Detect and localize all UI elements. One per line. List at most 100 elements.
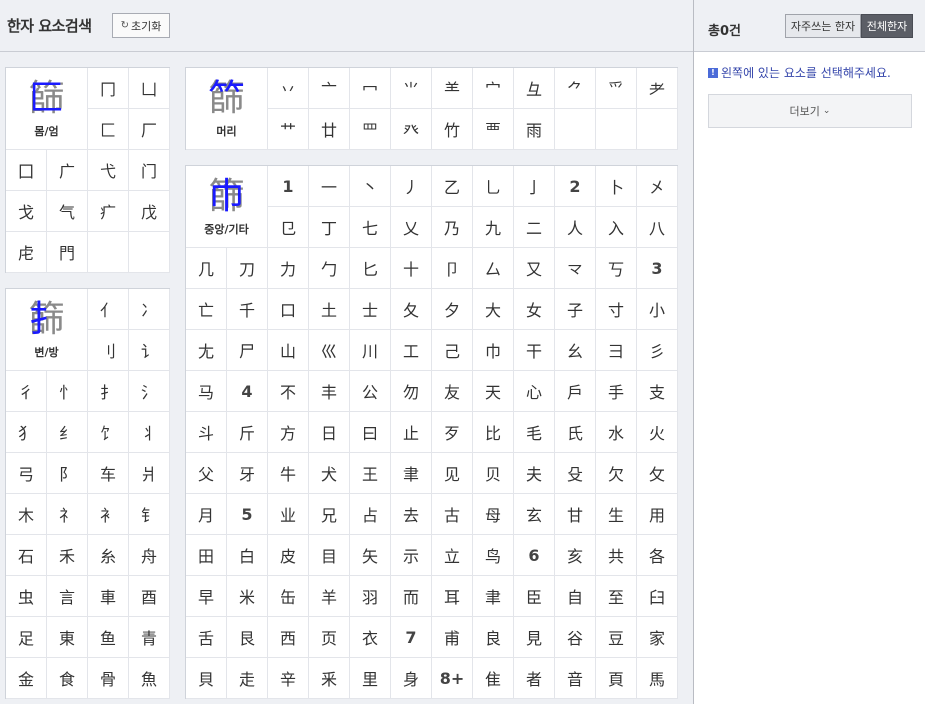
component-cell[interactable]: 犭 bbox=[6, 412, 47, 453]
component-cell[interactable]: 刂 bbox=[88, 330, 129, 371]
component-cell[interactable]: ⺈ bbox=[555, 68, 596, 109]
component-cell[interactable]: 巾 bbox=[473, 330, 514, 371]
component-cell[interactable]: 宀 bbox=[473, 68, 514, 109]
component-cell[interactable]: 舌 bbox=[186, 617, 227, 658]
component-cell[interactable]: 耳 bbox=[432, 576, 473, 617]
component-cell[interactable]: 犬 bbox=[309, 453, 350, 494]
component-cell[interactable]: 木 bbox=[6, 494, 47, 535]
component-cell[interactable]: 父 bbox=[186, 453, 227, 494]
component-cell[interactable]: 骨 bbox=[88, 658, 129, 699]
component-cell[interactable]: 龴 bbox=[555, 248, 596, 289]
component-cell[interactable]: 士 bbox=[350, 289, 391, 330]
component-cell[interactable]: 广 bbox=[47, 150, 88, 191]
component-cell[interactable]: 亠 bbox=[309, 68, 350, 109]
component-cell[interactable]: 車 bbox=[88, 576, 129, 617]
component-cell[interactable]: 火 bbox=[637, 412, 678, 453]
component-cell[interactable]: 饣 bbox=[88, 412, 129, 453]
component-cell[interactable]: 雨 bbox=[514, 109, 555, 150]
component-cell[interactable]: 者 bbox=[514, 658, 555, 699]
component-cell[interactable]: 爫 bbox=[596, 68, 637, 109]
component-cell[interactable]: 白 bbox=[227, 535, 268, 576]
component-cell[interactable]: 水 bbox=[596, 412, 637, 453]
component-cell[interactable]: 贝 bbox=[473, 453, 514, 494]
component-cell[interactable]: 八 bbox=[637, 207, 678, 248]
component-cell[interactable]: 羽 bbox=[350, 576, 391, 617]
component-cell[interactable]: 匕 bbox=[350, 248, 391, 289]
component-cell[interactable]: 足 bbox=[6, 617, 47, 658]
component-cell[interactable]: 古 bbox=[432, 494, 473, 535]
component-cell[interactable]: 毛 bbox=[514, 412, 555, 453]
component-cell[interactable]: 口 bbox=[268, 289, 309, 330]
component-cell[interactable]: 馬 bbox=[637, 658, 678, 699]
component-cell[interactable]: 夂 bbox=[391, 289, 432, 330]
component-cell[interactable]: 東 bbox=[47, 617, 88, 658]
component-cell[interactable]: 辛 bbox=[268, 658, 309, 699]
component-cell[interactable]: 攵 bbox=[637, 453, 678, 494]
component-cell[interactable]: 心 bbox=[514, 371, 555, 412]
component-cell[interactable]: 示 bbox=[391, 535, 432, 576]
component-cell[interactable]: 冖 bbox=[350, 68, 391, 109]
component-cell[interactable]: 疒 bbox=[88, 191, 129, 232]
component-cell[interactable]: 氵 bbox=[129, 371, 170, 412]
component-cell[interactable]: 大 bbox=[473, 289, 514, 330]
component-cell[interactable]: 隹 bbox=[473, 658, 514, 699]
component-cell[interactable]: 夫 bbox=[514, 453, 555, 494]
component-cell[interactable]: 亻 bbox=[88, 289, 129, 330]
component-cell[interactable]: 勿 bbox=[391, 371, 432, 412]
component-cell[interactable]: 斗 bbox=[186, 412, 227, 453]
component-cell[interactable]: 乙 bbox=[432, 166, 473, 207]
component-cell[interactable]: 女 bbox=[514, 289, 555, 330]
component-cell[interactable]: 金 bbox=[6, 658, 47, 699]
component-cell[interactable]: 艮 bbox=[227, 617, 268, 658]
component-cell[interactable]: 丶 bbox=[350, 166, 391, 207]
component-cell[interactable]: 巛 bbox=[309, 330, 350, 371]
component-cell[interactable]: 甘 bbox=[555, 494, 596, 535]
component-cell[interactable]: 衤 bbox=[88, 494, 129, 535]
component-cell[interactable]: 卜 bbox=[596, 166, 637, 207]
component-cell[interactable]: 各 bbox=[637, 535, 678, 576]
component-cell[interactable]: 车 bbox=[88, 453, 129, 494]
component-cell[interactable]: 曰 bbox=[350, 412, 391, 453]
component-cell[interactable]: 月 bbox=[186, 494, 227, 535]
component-cell[interactable]: 至 bbox=[596, 576, 637, 617]
component-cell[interactable]: 廿 bbox=[309, 109, 350, 150]
component-cell[interactable]: 乚 bbox=[473, 166, 514, 207]
component-cell[interactable]: 門 bbox=[47, 232, 88, 273]
component-cell[interactable]: 十 bbox=[391, 248, 432, 289]
component-cell[interactable]: 卩 bbox=[432, 248, 473, 289]
component-cell[interactable]: 早 bbox=[186, 576, 227, 617]
component-cell[interactable]: 彐 bbox=[596, 330, 637, 371]
component-cell[interactable]: 氏 bbox=[555, 412, 596, 453]
component-cell[interactable]: 又 bbox=[514, 248, 555, 289]
component-cell[interactable]: 糸 bbox=[88, 535, 129, 576]
component-cell[interactable]: 自 bbox=[555, 576, 596, 617]
component-cell[interactable]: 尢 bbox=[186, 330, 227, 371]
component-cell[interactable]: 戶 bbox=[555, 371, 596, 412]
component-cell[interactable]: 二 bbox=[514, 207, 555, 248]
component-cell[interactable]: 丷 bbox=[268, 68, 309, 109]
component-cell[interactable]: 几 bbox=[186, 248, 227, 289]
component-cell[interactable]: 戈 bbox=[6, 191, 47, 232]
component-cell[interactable]: 见 bbox=[432, 453, 473, 494]
component-cell[interactable]: 己 bbox=[432, 330, 473, 371]
component-cell[interactable]: 弋 bbox=[88, 150, 129, 191]
component-cell[interactable]: 牛 bbox=[268, 453, 309, 494]
component-cell[interactable]: 走 bbox=[227, 658, 268, 699]
component-cell[interactable]: 丂 bbox=[596, 248, 637, 289]
component-cell[interactable]: 衣 bbox=[350, 617, 391, 658]
component-cell[interactable]: 刀 bbox=[227, 248, 268, 289]
component-cell[interactable]: 不 bbox=[268, 371, 309, 412]
component-cell[interactable]: 米 bbox=[227, 576, 268, 617]
component-cell[interactable]: 良 bbox=[473, 617, 514, 658]
component-cell[interactable]: 乂 bbox=[391, 207, 432, 248]
component-cell[interactable]: 阝 bbox=[47, 453, 88, 494]
component-cell[interactable]: 纟 bbox=[47, 412, 88, 453]
component-cell[interactable]: 止 bbox=[391, 412, 432, 453]
component-cell[interactable]: 夕 bbox=[432, 289, 473, 330]
component-cell[interactable]: 立 bbox=[432, 535, 473, 576]
component-cell[interactable]: 鸟 bbox=[473, 535, 514, 576]
component-cell[interactable]: 亡 bbox=[186, 289, 227, 330]
component-cell[interactable]: 缶 bbox=[268, 576, 309, 617]
component-cell[interactable]: 寸 bbox=[596, 289, 637, 330]
component-cell[interactable]: 谷 bbox=[555, 617, 596, 658]
